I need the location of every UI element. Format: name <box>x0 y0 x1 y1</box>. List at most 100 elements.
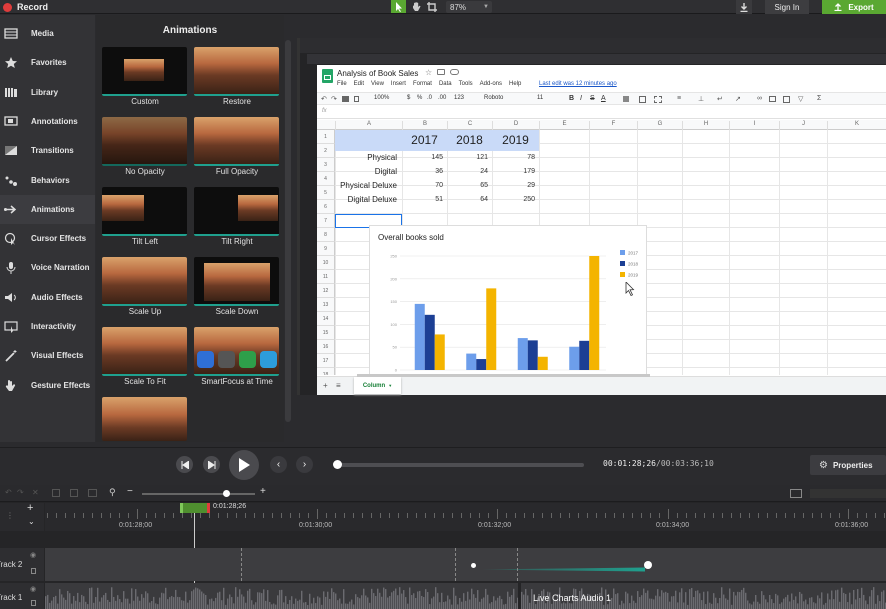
cloud-icon[interactable] <box>450 69 459 75</box>
column-header[interactable]: E <box>539 121 589 130</box>
add-sheet-icon[interactable]: + <box>323 381 328 390</box>
lock-icon[interactable] <box>31 600 36 606</box>
filter-icon[interactable]: ▽ <box>798 95 803 103</box>
value-cell[interactable]: 51 <box>402 196 443 203</box>
year-header-cell[interactable]: 2017 <box>402 133 447 147</box>
sidebar-item-annotations[interactable]: Annotations <box>0 107 95 136</box>
select-tool-button[interactable] <box>391 0 406 13</box>
animation-end-point[interactable] <box>644 561 652 569</box>
decimal-increase-icon[interactable]: .00 <box>438 95 446 101</box>
animation-arrow[interactable] <box>482 563 645 572</box>
track-2-lane[interactable] <box>45 548 886 581</box>
menu-item-view[interactable]: View <box>371 81 384 87</box>
folder-icon[interactable] <box>437 69 445 75</box>
animation-thumb-scale-to-fit[interactable] <box>102 327 187 376</box>
chart-object[interactable]: Overall books sold 0 50 100 150 200 250 2017 201… <box>369 225 647 377</box>
comment-icon[interactable] <box>769 96 776 102</box>
zoom-icon[interactable]: ⚲ <box>109 487 116 498</box>
value-cell[interactable]: 78 <box>492 154 535 161</box>
bar-2017-digital[interactable] <box>466 353 477 370</box>
value-cell[interactable]: 145 <box>402 154 443 161</box>
strikethrough-icon[interactable]: S <box>590 95 595 102</box>
column-header[interactable]: D <box>492 121 539 130</box>
align-left-icon[interactable]: ≡ <box>677 95 681 102</box>
link-icon[interactable]: ∞ <box>757 95 762 102</box>
wrap-icon[interactable]: ↵ <box>717 95 723 103</box>
sidebar-item-transitions[interactable]: Transitions <box>0 136 95 165</box>
value-cell[interactable]: 64 <box>447 196 488 203</box>
pan-tool-button[interactable] <box>410 1 422 13</box>
row-label-cell[interactable]: Physical Deluxe <box>335 181 397 190</box>
animation-thumb-scale-down[interactable] <box>194 257 279 306</box>
menu-item-format[interactable]: Format <box>413 81 432 87</box>
bar-2019-digital[interactable] <box>486 288 497 370</box>
redo-icon[interactable]: ↷ <box>331 95 337 103</box>
row-header[interactable]: 18 <box>317 368 335 375</box>
zoom-dropdown[interactable]: 100% <box>374 95 389 101</box>
export-button[interactable]: Export <box>822 0 886 14</box>
functions-icon[interactable]: Σ <box>817 95 821 102</box>
lock-icon[interactable] <box>31 568 36 574</box>
paste-icon[interactable] <box>70 489 78 497</box>
column-header[interactable]: G <box>637 121 682 130</box>
playhead-flag[interactable] <box>180 503 210 513</box>
animation-start-point[interactable] <box>471 563 476 568</box>
row-header[interactable]: 14 <box>317 312 335 326</box>
value-cell[interactable]: 250 <box>492 196 535 203</box>
sidebar-item-visual-effects[interactable]: Visual Effects <box>0 341 95 370</box>
sidebar-item-interactivity[interactable]: Interactivity <box>0 312 95 341</box>
zoom-slider-track[interactable] <box>142 493 255 495</box>
paint-format-icon[interactable] <box>354 96 359 102</box>
canvas-vertical-scrollbar[interactable] <box>297 38 300 395</box>
zoom-slider-handle[interactable] <box>223 490 230 497</box>
currency-icon[interactable]: $ <box>407 95 410 101</box>
star-icon[interactable]: ☆ <box>425 68 432 77</box>
crop-tool-button[interactable] <box>426 1 438 13</box>
row-header[interactable]: 11 <box>317 270 335 284</box>
animation-thumb-tilt-left[interactable] <box>102 187 187 236</box>
menu-item-add-ons[interactable]: Add-ons <box>480 81 502 87</box>
cut-icon[interactable]: ✕ <box>32 488 39 497</box>
step-forward-button[interactable] <box>203 456 220 473</box>
column-header[interactable]: A <box>335 121 402 130</box>
timeline-mini-scroll[interactable] <box>810 489 886 498</box>
picture-in-picture-icon[interactable] <box>790 489 802 498</box>
bar-2017-physical[interactable] <box>414 303 425 370</box>
sidebar-item-cursor-effects[interactable]: Cursor Effects <box>0 224 95 253</box>
sidebar-item-favorites[interactable]: Favorites <box>0 48 95 77</box>
copy-icon[interactable] <box>52 489 60 497</box>
time-ruler[interactable]: 0:01:28;00 0:01:30;00 0:01:32;00 0:01:34;00… <box>45 503 886 531</box>
audio-clip-left[interactable] <box>45 583 518 609</box>
menu-item-edit[interactable]: Edit <box>354 81 364 87</box>
sidebar-item-voice-narration[interactable]: Voice Narration <box>0 253 95 282</box>
row-header[interactable]: 6 <box>317 200 335 214</box>
menu-item-data[interactable]: Data <box>439 81 452 87</box>
sheet-title[interactable]: Analysis of Book Sales <box>337 69 418 78</box>
sidebar-item-audio-effects[interactable]: Audio Effects <box>0 283 95 312</box>
eye-icon[interactable]: ◉ <box>30 585 36 593</box>
sidebar-item-gesture-effects[interactable]: Gesture Effects <box>0 371 95 400</box>
zoom-select[interactable]: 87% ▼ <box>446 1 492 13</box>
animation-thumb-tilt-right[interactable] <box>194 187 279 236</box>
value-cell[interactable]: 24 <box>447 168 488 175</box>
font-size-dropdown[interactable]: 11 <box>537 95 543 101</box>
column-header[interactable]: K <box>827 121 886 130</box>
sidebar-item-behaviors[interactable]: Behaviors <box>0 166 95 195</box>
row-label-cell[interactable]: Physical <box>335 153 397 162</box>
animation-thumb-partial[interactable] <box>102 397 187 441</box>
step-back-button[interactable] <box>176 456 193 473</box>
record-button[interactable]: Record <box>0 0 48 14</box>
horizontal-scrollbar[interactable] <box>357 374 650 377</box>
rotate-icon[interactable]: ↗ <box>735 95 741 103</box>
animation-thumb-restore[interactable] <box>194 47 279 96</box>
canvas-preview[interactable]: Analysis of Book Sales ☆ File Edit View Ins… <box>297 38 886 395</box>
value-cell[interactable]: 179 <box>492 168 535 175</box>
zoom-in-icon[interactable]: + <box>260 486 266 497</box>
animation-thumb-no-opacity[interactable] <box>102 117 187 166</box>
menu-item-help[interactable]: Help <box>509 81 521 87</box>
row-header[interactable]: 10 <box>317 256 335 270</box>
column-header[interactable]: B <box>402 121 447 130</box>
font-dropdown[interactable]: Roboto <box>484 95 503 101</box>
animation-thumb-scale-up[interactable] <box>102 257 187 306</box>
text-color-icon[interactable]: A <box>601 95 606 102</box>
